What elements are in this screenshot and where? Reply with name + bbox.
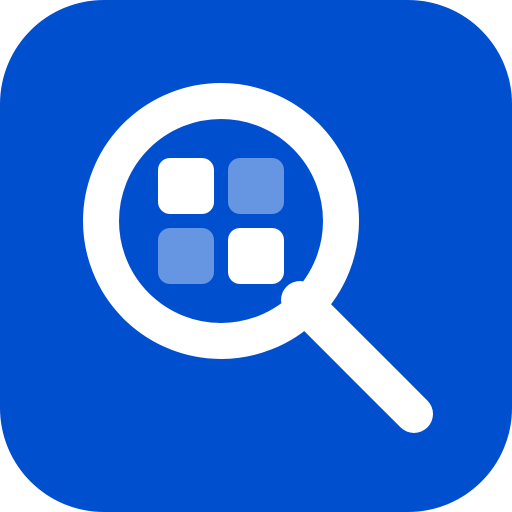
grid-tile-top-right: [228, 158, 284, 214]
grid-tile-bottom-right: [228, 228, 284, 284]
grid-tile-bottom-left: [158, 228, 214, 284]
grid-tile-top-left: [158, 158, 214, 214]
app-icon-graphic: [0, 0, 512, 512]
app-icon[interactable]: [0, 0, 512, 512]
